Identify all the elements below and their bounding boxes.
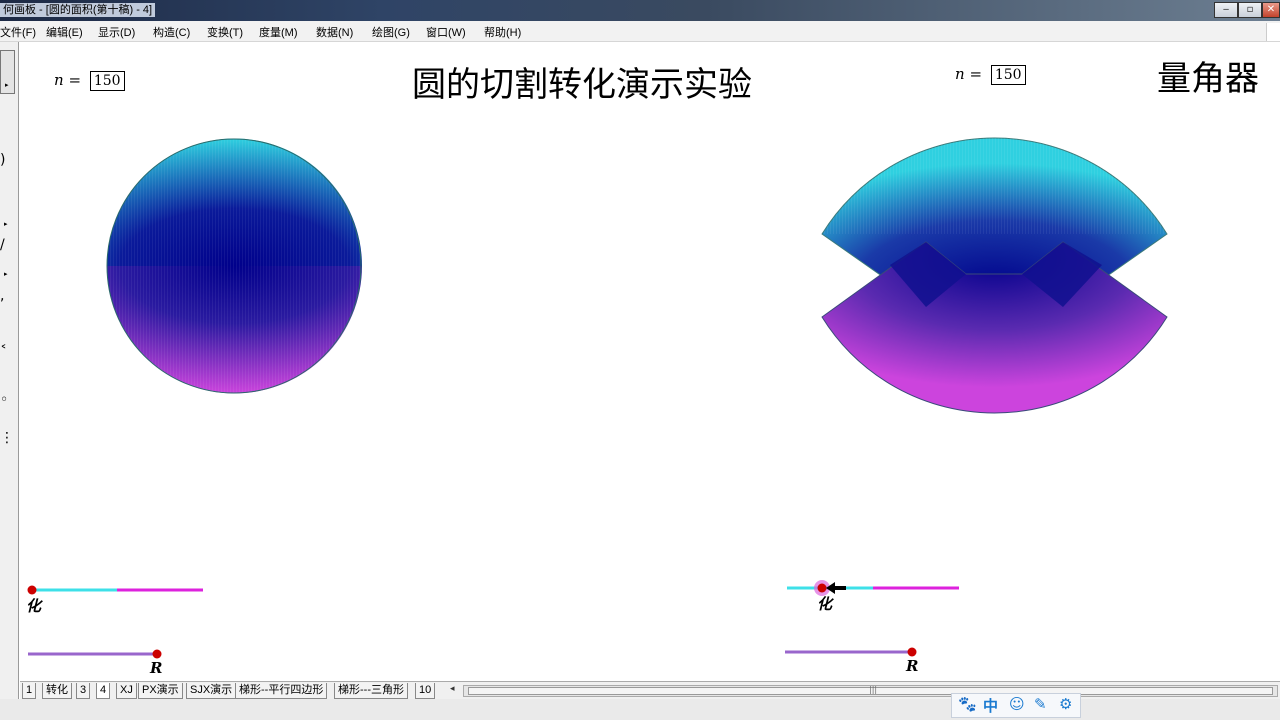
tab-px-demo[interactable]: PX演示: [138, 683, 183, 699]
emoji-icon[interactable]: ☺: [1009, 695, 1025, 713]
menu-construct[interactable]: 构造(C): [153, 24, 190, 40]
tab-10[interactable]: 10: [415, 683, 436, 699]
minimize-button[interactable]: ‒: [1214, 2, 1238, 18]
menu-scroll-button[interactable]: [1266, 23, 1280, 41]
tab-4[interactable]: 4: [96, 683, 111, 699]
tab-3[interactable]: 3: [76, 683, 91, 699]
menu-window[interactable]: 窗口(W): [426, 24, 466, 40]
left-radius-label: R: [150, 659, 163, 677]
tool-expand-icon[interactable]: ▸: [4, 270, 8, 278]
cut-circle-figure[interactable]: [821, 137, 1168, 414]
menu-measure[interactable]: 度量(M): [259, 24, 298, 40]
n-variable: n: [955, 65, 965, 83]
slider-point: [817, 583, 827, 593]
close-button[interactable]: ✕: [1262, 2, 1280, 18]
menu-transform[interactable]: 变换(T): [207, 24, 243, 40]
sketch-drawing: [27, 137, 1168, 659]
right-slider-label: 化: [817, 595, 833, 613]
chinese-mode-toggle[interactable]: 中: [983, 695, 998, 716]
menu-graph[interactable]: 绘图(G): [372, 24, 410, 40]
scrollbar-thumb[interactable]: |||: [468, 685, 1273, 695]
left-n-parameter[interactable]: n = 150: [54, 71, 125, 91]
right-n-parameter[interactable]: n = 150: [955, 65, 1026, 85]
maximize-button[interactable]: ▫: [1238, 2, 1262, 18]
scrollbar-grip-icon: |||: [869, 685, 878, 694]
page-title: 圆的切割转化演示实验: [412, 65, 752, 105]
window-title: 何画板 - [圆的面积(第十稿) - 4]: [0, 3, 156, 17]
left-slider[interactable]: [27, 585, 204, 595]
left-slider-label: 化: [26, 597, 42, 615]
circle-figure[interactable]: [106, 138, 362, 394]
n-value[interactable]: 150: [990, 65, 1026, 85]
right-slider[interactable]: [787, 580, 959, 596]
menu-edit[interactable]: 编辑(E): [46, 24, 83, 40]
pen-icon[interactable]: ✎: [1034, 695, 1047, 713]
menu-bar: 文件(F) 编辑(E) 显示(D) 构造(C) 变换(T) 度量(M) 数据(N…: [0, 21, 1280, 42]
tab-zhuanhua[interactable]: 转化: [42, 683, 72, 699]
ime-toolbar: 🐾 中 ☺ ✎ ⚙: [951, 693, 1081, 718]
menu-data[interactable]: 数据(N): [316, 24, 353, 40]
tab-trapezoid-parallelogram[interactable]: 梯形--平行四边形: [235, 683, 328, 699]
arrow-tool-button[interactable]: ▸: [0, 50, 15, 94]
protractor-button[interactable]: 量角器: [1157, 51, 1259, 100]
sketch-canvas[interactable]: 圆的切割转化演示实验 量角器 n = 150 n = 150 化 R 化 R: [20, 43, 1280, 681]
equals-sign: =: [969, 65, 983, 83]
equals-sign: =: [68, 71, 82, 89]
menu-help[interactable]: 帮助(H): [484, 24, 521, 40]
menu-display[interactable]: 显示(D): [98, 24, 135, 40]
paw-icon[interactable]: 🐾: [958, 695, 977, 713]
right-radius-segment[interactable]: [785, 647, 917, 657]
status-bar: [0, 699, 1280, 720]
sketchpad-window: 何画板 - [圆的面积(第十稿) - 4] ‒ ▫ ✕ 文件(F) 编辑(E) …: [0, 0, 1280, 720]
marker-tool-icon[interactable]: ˂: [0, 344, 7, 360]
right-radius-label: R: [906, 657, 919, 675]
n-value[interactable]: 150: [89, 71, 125, 91]
radius-point: [152, 649, 162, 659]
slider-point: [27, 585, 37, 595]
n-variable: n: [54, 71, 64, 89]
custom-tool-icon[interactable]: ⋮: [0, 430, 14, 446]
toolbox: ▸ ) ▸ / ▸ , ˂ ◦ ⋮: [0, 42, 19, 702]
compass-tool-icon[interactable]: ): [0, 152, 5, 168]
page-tabs: 1 转化 3 4 XJ PX演示 SJX演示 梯形--平行四边形 梯形---三角…: [20, 681, 1280, 699]
tab-1[interactable]: 1: [22, 683, 37, 699]
left-radius-segment[interactable]: [28, 649, 162, 659]
menu-file[interactable]: 文件(F): [0, 24, 36, 40]
title-bar: 何画板 - [圆的面积(第十稿) - 4] ‒ ▫ ✕: [0, 0, 1280, 21]
tab-scroll-left-icon[interactable]: ◂: [450, 684, 455, 694]
gear-icon[interactable]: ⚙: [1059, 695, 1072, 713]
info-tool-icon[interactable]: ◦: [0, 392, 8, 408]
tool-expand-icon[interactable]: ▸: [4, 220, 8, 228]
polygon-tool-icon[interactable]: /: [0, 237, 5, 253]
text-tool-icon[interactable]: ,: [0, 288, 4, 304]
tab-trapezoid-triangle[interactable]: 梯形---三角形: [334, 683, 408, 699]
tab-sjx-demo[interactable]: SJX演示: [186, 683, 237, 699]
radius-point: [907, 647, 917, 657]
horizontal-scrollbar[interactable]: |||: [463, 685, 1278, 697]
tab-xj[interactable]: XJ: [116, 683, 137, 699]
arrow-tool-icon: ▸: [5, 81, 9, 89]
